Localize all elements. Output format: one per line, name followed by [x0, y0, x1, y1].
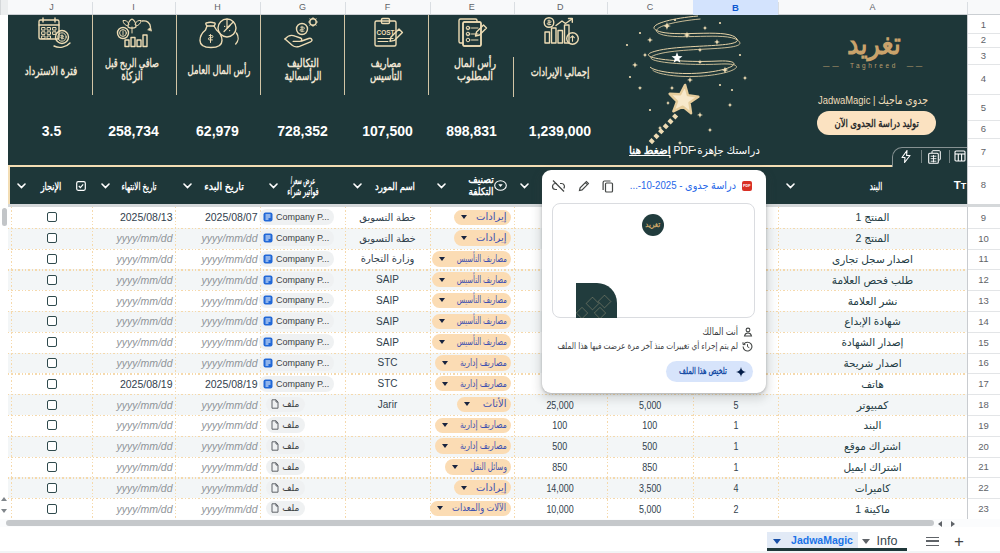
svg-text:COST: COST: [376, 29, 394, 36]
